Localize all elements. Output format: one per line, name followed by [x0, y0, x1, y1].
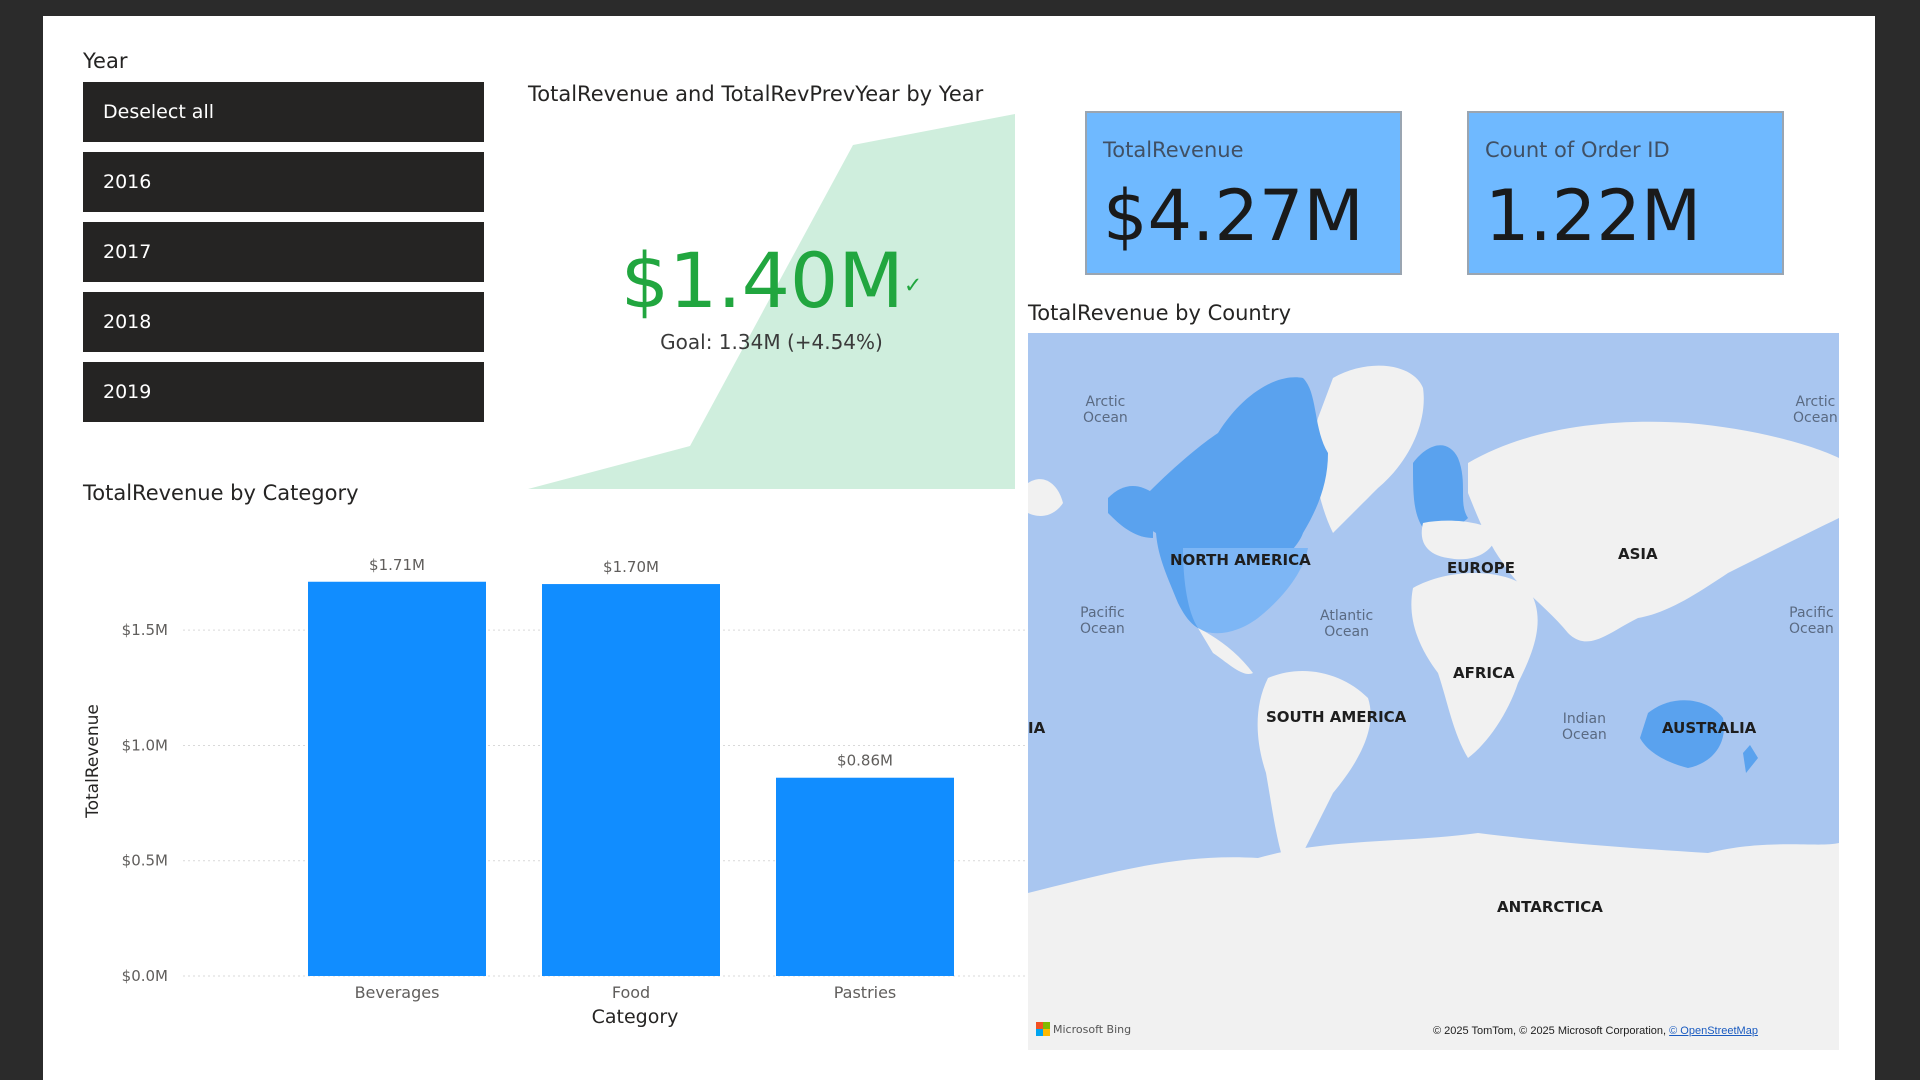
check-icon: ✓ [903, 273, 923, 299]
label-asia: ASIA [1618, 545, 1658, 563]
microsoft-logo-icon [1036, 1022, 1050, 1036]
label-australia: AUSTRALIA [1662, 719, 1757, 737]
slicer-item-2017[interactable]: 2017 [83, 222, 484, 282]
label-atlantic-ocean: Atlantic Ocean [1320, 608, 1374, 640]
slicer-title: Year [83, 49, 128, 73]
label-europe: EUROPE [1447, 559, 1515, 577]
data-label: $1.70M [603, 558, 659, 576]
label-antarctica: ANTARCTICA [1497, 898, 1603, 916]
card-value: $4.27M [1103, 175, 1364, 257]
kpi-goal: Goal: 1.34M (+4.54%) [660, 330, 883, 354]
slicer-item-2018[interactable]: 2018 [83, 292, 484, 352]
x-axis-title: Category [592, 1006, 679, 1028]
bar[interactable] [776, 777, 954, 976]
attribution-text: © 2025 TomTom, © 2025 Microsoft Corporat… [1433, 1025, 1670, 1037]
map-landmass [1028, 365, 1839, 1050]
label-arctic-ocean: Arctic Ocean [1083, 394, 1128, 426]
label-asia-fragment: IA [1028, 719, 1046, 737]
card-label: Count of Order ID [1485, 138, 1670, 162]
x-tick-label: Pastries [834, 983, 897, 1002]
label-pacific-ocean-right: Pacific Ocean [1789, 605, 1834, 637]
card-order-count[interactable]: Count of Order ID 1.22M [1467, 111, 1784, 275]
label-arctic-ocean-right: Arctic Ocean [1793, 394, 1838, 426]
world-map[interactable]: NORTH AMERICA EUROPE ASIA AFRICA SOUTH A… [1028, 333, 1839, 1050]
label-north-america: NORTH AMERICA [1170, 551, 1311, 569]
report-canvas: Year Deselect all 2016 2017 2018 2019 To… [43, 16, 1875, 1080]
card-label: TotalRevenue [1103, 138, 1244, 162]
x-tick-label: Beverages [355, 983, 440, 1002]
kpi-title: TotalRevenue and TotalRevPrevYear by Yea… [528, 82, 984, 106]
slicer-item-deselect-all[interactable]: Deselect all [83, 82, 484, 142]
x-tick-label: Food [612, 983, 650, 1002]
bing-logo: Microsoft Bing [1036, 1022, 1131, 1036]
y-tick-label: $0.5M [122, 852, 168, 870]
card-total-revenue[interactable]: TotalRevenue $4.27M [1085, 111, 1402, 275]
map-title: TotalRevenue by Country [1028, 301, 1292, 325]
label-pacific-ocean: Pacific Ocean [1080, 605, 1125, 637]
y-tick-label: $1.0M [122, 736, 168, 754]
label-south-america: SOUTH AMERICA [1266, 708, 1407, 726]
slicer-item-2019[interactable]: 2019 [83, 362, 484, 422]
y-tick-label: $1.5M [122, 621, 168, 639]
y-tick-label: $0.0M [122, 967, 168, 985]
bar[interactable] [308, 581, 486, 976]
label-indian-ocean: Indian Ocean [1562, 711, 1607, 743]
bing-logo-text: Microsoft Bing [1053, 1022, 1132, 1036]
slicer-item-2016[interactable]: 2016 [83, 152, 484, 212]
label-africa: AFRICA [1453, 664, 1515, 682]
bar-chart-title: TotalRevenue by Category [83, 481, 359, 505]
kpi-value-text: $1.40M [620, 236, 904, 325]
data-label: $1.71M [369, 556, 425, 574]
map-attribution: © 2025 TomTom, © 2025 Microsoft Corporat… [1433, 1025, 1758, 1037]
openstreetmap-link[interactable]: © OpenStreetMap [1669, 1025, 1758, 1037]
card-value: 1.22M [1485, 175, 1702, 257]
kpi-value[interactable]: $1.40M✓ [528, 236, 1015, 325]
y-axis-title: TotalRevenue [83, 704, 103, 819]
bar-chart: $0.0M $0.5M $1.0M $1.5M $1.71M Beverages $1.70… [83, 556, 1053, 1028]
bar[interactable] [542, 584, 720, 976]
data-label: $0.86M [837, 752, 893, 770]
